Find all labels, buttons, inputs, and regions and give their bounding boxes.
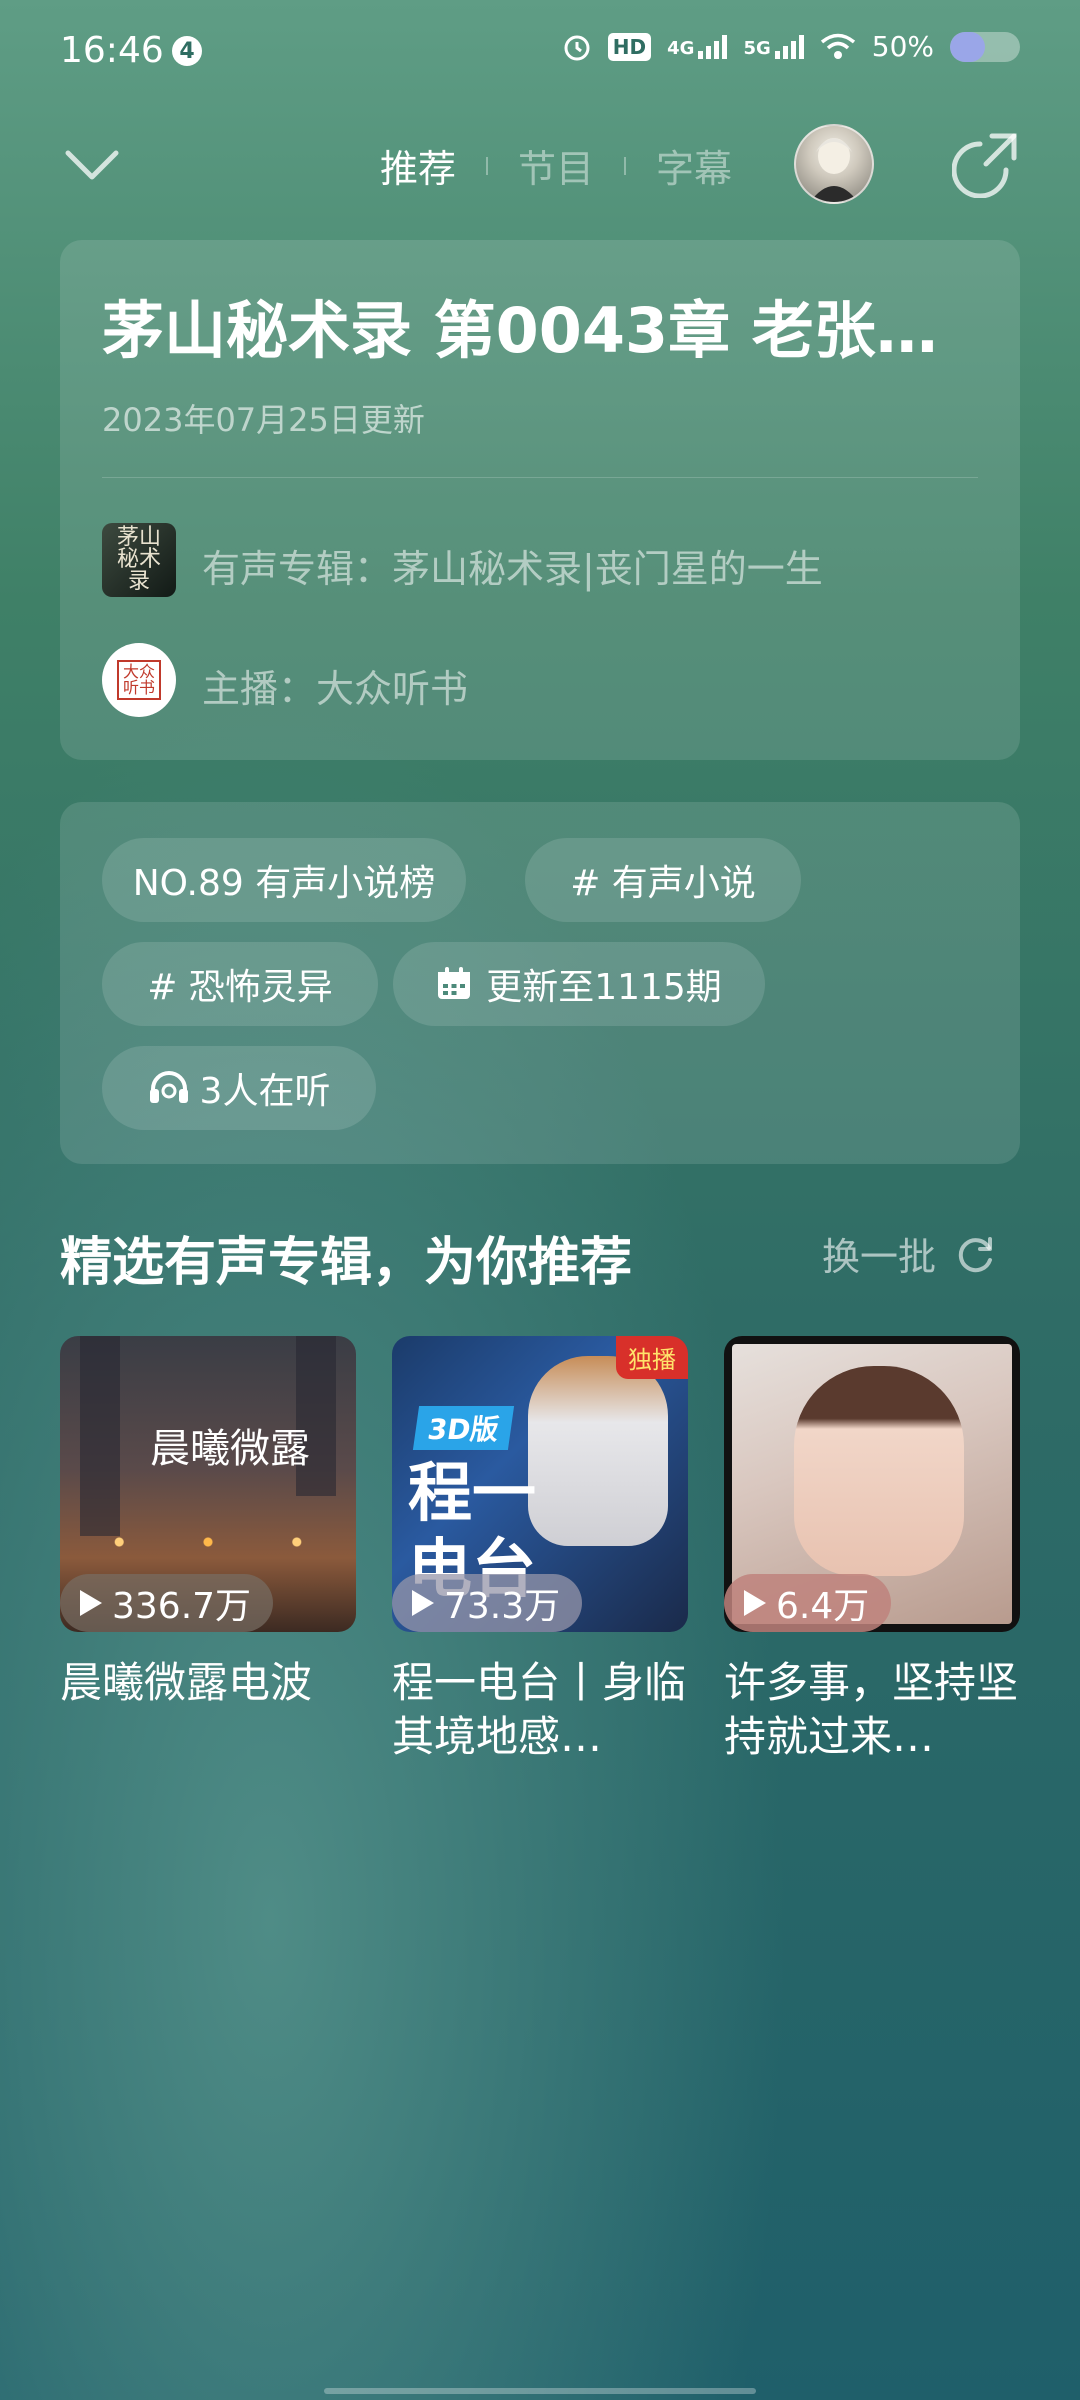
ranking-chip-label: NO.89 有声小说榜: [132, 863, 436, 904]
play-icon: [80, 1590, 102, 1616]
user-avatar[interactable]: [794, 124, 874, 204]
home-indicator[interactable]: [324, 2388, 756, 2394]
update-count-label: 更新至1115期: [486, 967, 722, 1008]
tag-chip-label: # 有声小说: [570, 863, 756, 904]
signal-5g-icon: 5G: [743, 34, 804, 59]
cover-art: [80, 1336, 120, 1536]
tag-chip-label: # 恐怖灵异: [147, 967, 333, 1008]
battery-icon: [950, 31, 1020, 62]
tab-recommend[interactable]: 推荐: [350, 138, 486, 193]
play-count-badge: 73.3万: [392, 1574, 583, 1632]
album-thumbnail-text: 茅山秘术录: [117, 525, 162, 594]
album-thumbnail[interactable]: 茅山秘术录: [102, 523, 176, 597]
exclusive-badge: 独播: [616, 1336, 688, 1379]
listeners-label: 3人在听: [199, 1071, 331, 1112]
divider: [102, 477, 978, 478]
tab-subtitles[interactable]: 字幕: [626, 138, 762, 193]
hd-icon: HD: [607, 32, 652, 61]
calendar-icon: [438, 967, 471, 999]
headphones-icon: [149, 1071, 188, 1103]
play-count: 73.3万: [444, 1586, 561, 1627]
network-5g-label: 5G: [743, 37, 771, 59]
update-count-chip[interactable]: 更新至1115期: [393, 942, 765, 1026]
tag-chip-audio-novel[interactable]: # 有声小说: [525, 838, 801, 922]
chevron-down-icon[interactable]: [64, 145, 120, 185]
share-icon[interactable]: [952, 130, 1020, 198]
cover-art: [528, 1356, 668, 1546]
cover-art: [60, 1522, 356, 1562]
album-title-1[interactable]: 晨曦微露电波: [60, 1656, 356, 1710]
play-count: 336.7万: [112, 1586, 252, 1627]
episode-title: 茅山秘术录 第0043章 老张…: [102, 294, 938, 367]
tab-programs[interactable]: 节目: [488, 138, 624, 193]
clock: 16:46: [60, 30, 164, 71]
album-cover-text: 晨曦微露: [150, 1426, 310, 1472]
host-seal: 大众听书: [117, 660, 161, 700]
status-bar: 16:46 4 HD 4G 5G 50%: [0, 0, 1080, 110]
listeners-chip: 3人在听: [102, 1046, 376, 1130]
tag-chip-horror[interactable]: # 恐怖灵异: [102, 942, 378, 1026]
album-cover-2[interactable]: 独播 3D版 程一电台 73.3万: [392, 1336, 688, 1632]
album-link[interactable]: 有声专辑：茅山秘术录|丧门星的一生: [202, 538, 823, 593]
wifi-icon: [820, 33, 855, 59]
host-link[interactable]: 主播：大众听书: [202, 658, 468, 713]
play-count: 6.4万: [776, 1586, 870, 1627]
album-cover-1[interactable]: 晨曦微露 336.7万: [60, 1336, 356, 1632]
episode-info-card: 茅山秘术录 第0043章 老张… 2023年07月25日更新 茅山秘术录 有声专…: [60, 240, 1020, 760]
avatar-portrait-icon: [810, 138, 858, 202]
host-avatar[interactable]: 大众听书: [102, 643, 176, 717]
tags-card: NO.89 有声小说榜 # 有声小说 # 恐怖灵异 更新至1115期 3人在听: [60, 802, 1020, 1164]
section-title: 精选有声专辑，为你推荐: [60, 1233, 633, 1293]
network-4g-label: 4G: [667, 37, 695, 59]
cover-art: [794, 1366, 964, 1576]
refresh-label: 换一批: [822, 1235, 937, 1279]
refresh-icon: [958, 1236, 993, 1272]
battery-fill: [950, 31, 985, 62]
album-cover-3[interactable]: 6.4万: [724, 1336, 1020, 1632]
play-icon: [744, 1590, 766, 1616]
3d-badge: 3D版: [412, 1406, 514, 1450]
alarm-icon: [564, 35, 590, 60]
episode-update-date: 2023年07月25日更新: [102, 401, 425, 439]
play-icon: [412, 1590, 434, 1616]
top-nav: 推荐 节目 字幕: [0, 110, 1080, 220]
play-count-badge: 336.7万: [60, 1574, 274, 1632]
refresh-button[interactable]: 换一批: [822, 1226, 996, 1281]
notification-count-badge: 4: [172, 36, 202, 66]
play-count-badge: 6.4万: [724, 1574, 892, 1632]
album-title-2[interactable]: 程一电台丨身临其境地感…: [392, 1656, 688, 1764]
ranking-chip[interactable]: NO.89 有声小说榜: [102, 838, 466, 922]
system-icons: HD 4G 5G 50%: [562, 30, 1020, 63]
tab-bar: 推荐 节目 字幕: [350, 138, 762, 193]
battery-percent: 50%: [871, 30, 934, 63]
album-title-3[interactable]: 许多事，坚持坚持就过来…: [724, 1656, 1020, 1764]
signal-4g-icon: 4G: [667, 34, 728, 59]
